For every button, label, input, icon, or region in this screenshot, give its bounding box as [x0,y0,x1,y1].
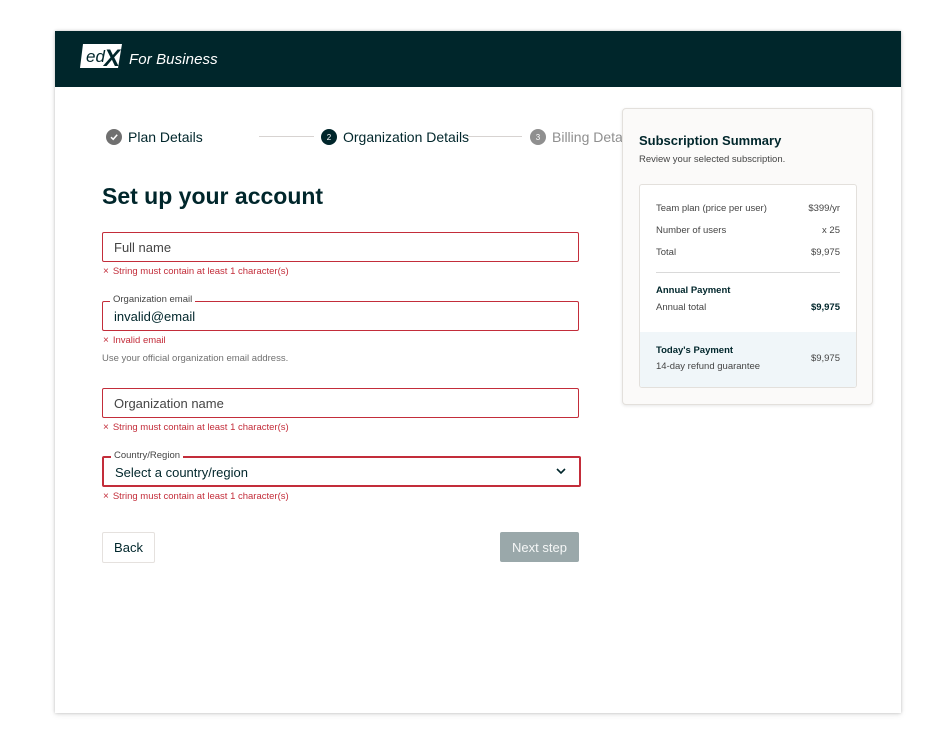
step-connector [467,136,522,137]
summary-title: Subscription Summary [639,133,782,148]
step-label: Organization Details [343,129,470,145]
country-region-select[interactable]: Country/Region Select a country/region [102,450,581,487]
top-header: ed X For Business [55,31,901,87]
summary-row-users: Number of users x 25 [656,225,840,236]
full-name-error: × String must contain at least 1 charact… [103,266,289,277]
refund-guarantee-text: 14-day refund guarantee [656,361,761,372]
page-title: Set up your account [102,183,324,209]
organization-email-value: invalid@email [114,309,196,324]
country-region-value: Select a country/region [115,465,248,480]
row-label: Total [656,247,677,258]
svg-text:ed: ed [86,47,105,66]
country-region-error: × String must contain at least 1 charact… [103,491,289,502]
back-button[interactable]: Back [102,532,155,563]
annual-payment-heading: Annual Payment [656,285,731,296]
step-organization-details[interactable]: 2 Organization Details [321,128,469,146]
subscription-summary: Subscription Summary Review your selecte… [622,108,873,405]
organization-email-help: Use your official organization email add… [102,353,289,364]
step-label: Plan Details [128,129,203,145]
full-name-placeholder: Full name [114,240,172,255]
summary-row-plan: Team plan (price per user) $399/yr [656,203,840,214]
step-plan-details[interactable]: Plan Details [106,128,203,146]
app-frame: ed X For Business Plan Details 2 Organiz… [55,31,901,713]
organization-email-input[interactable]: Organization email invalid@email [102,294,579,331]
row-value: x 25 [822,225,840,236]
chevron-down-icon [556,468,566,475]
summary-row-total: Total $9,975 [656,247,840,258]
full-name-input[interactable]: Full name [102,232,579,262]
organization-email-label: Organization email [110,294,196,305]
error-text: String must contain at least 1 character… [112,422,289,433]
progress-stepper: Plan Details 2 Organization Details 3 Bi… [106,128,636,146]
summary-card: Team plan (price per user) $399/yr Numbe… [639,184,857,388]
summary-subtitle: Review your selected subscription. [639,154,786,165]
row-value: $9,975 [810,247,840,258]
check-icon [106,129,122,145]
row-value: $9,975 [810,302,840,313]
step-connector [259,136,314,137]
step-number: 2 [321,129,337,145]
organization-name-error: × String must contain at least 1 charact… [103,422,289,433]
error-x-icon: × [103,266,109,277]
organization-name-input[interactable]: Organization name [102,388,579,418]
error-x-icon: × [103,335,109,346]
organization-email-error: × Invalid email [103,335,166,346]
todays-payment-heading: Today's Payment [656,345,734,356]
country-region-label: Country/Region [111,450,184,461]
error-text: String must contain at least 1 character… [112,266,289,277]
error-text: String must contain at least 1 character… [112,491,289,502]
step-billing-details[interactable]: 3 Billing Details [530,128,636,146]
row-label: Annual total [656,302,707,313]
organization-name-placeholder: Organization name [114,396,224,411]
row-label: Team plan (price per user) [656,203,767,214]
todays-payment-section: Today's Payment 14-day refund guarantee … [640,332,856,387]
svg-text:X: X [102,45,122,72]
next-step-button[interactable]: Next step [500,532,579,562]
brand-label: For Business [129,51,218,68]
row-value: $399/yr [808,203,840,214]
annual-total-row: Annual total $9,975 [656,302,840,313]
step-number: 3 [530,129,546,145]
error-x-icon: × [103,491,109,502]
error-text: Invalid email [112,335,166,346]
summary-divider [656,272,840,273]
edx-logo[interactable]: ed X [80,42,130,72]
row-label: Number of users [656,225,727,236]
todays-payment-value: $9,975 [810,353,840,364]
error-x-icon: × [103,422,109,433]
